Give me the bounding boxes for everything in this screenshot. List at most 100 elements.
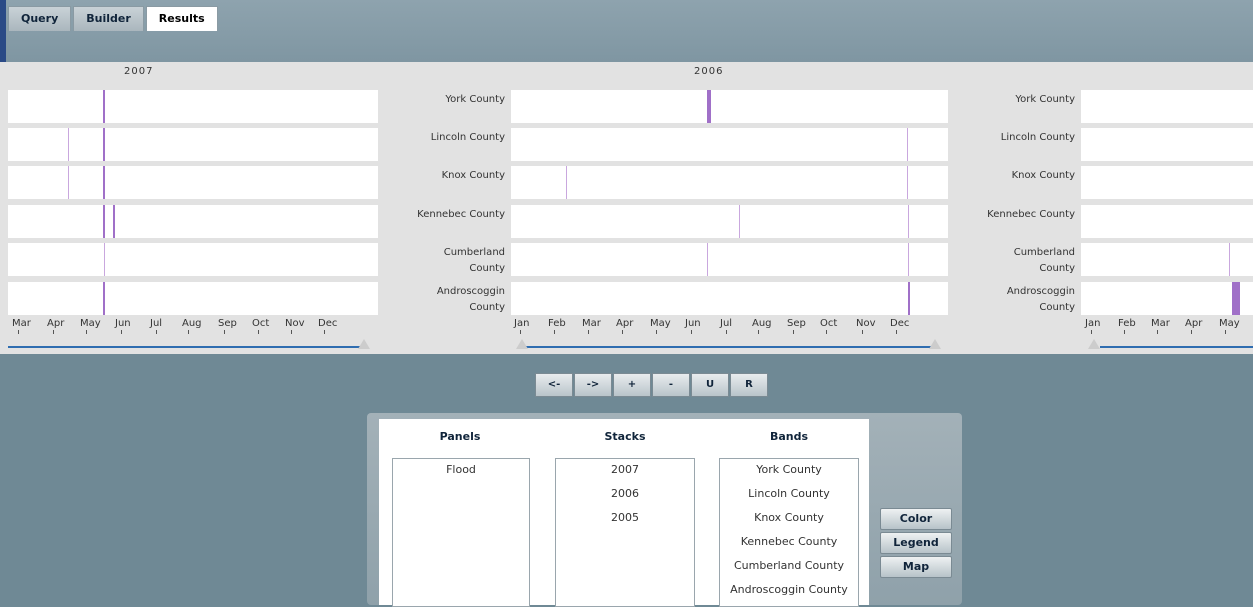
band-track[interactable] — [511, 90, 948, 123]
range-slider-track[interactable] — [1100, 346, 1253, 348]
event-marker[interactable] — [908, 282, 910, 315]
event-marker[interactable] — [103, 90, 105, 123]
scroll-right-button[interactable]: -> — [574, 373, 612, 397]
event-marker[interactable] — [103, 282, 105, 315]
range-slider-track[interactable] — [522, 346, 936, 348]
list-item[interactable]: Cumberland County — [720, 559, 858, 572]
list-item[interactable]: York County — [720, 463, 858, 476]
stacks-list[interactable]: 2007 2006 2005 — [555, 458, 695, 607]
month-tick — [826, 330, 827, 334]
month-tick — [291, 330, 292, 334]
event-marker[interactable] — [1229, 243, 1230, 276]
band-track[interactable] — [8, 205, 378, 238]
event-marker[interactable] — [113, 205, 115, 238]
zoom-out-button[interactable]: - — [652, 373, 690, 397]
list-item[interactable]: 2005 — [556, 511, 694, 524]
month-tick — [53, 330, 54, 334]
band-label: Kennebec County — [417, 209, 505, 220]
range-slider-end-handle[interactable] — [929, 339, 941, 349]
range-slider-start-handle[interactable] — [516, 339, 528, 349]
month-tick — [1191, 330, 1192, 334]
band-track[interactable] — [511, 128, 948, 161]
month-label: Sep — [787, 318, 806, 329]
month-tick — [258, 330, 259, 334]
band-track[interactable] — [8, 128, 378, 161]
band-track[interactable] — [8, 166, 378, 199]
event-marker[interactable] — [908, 205, 909, 238]
event-marker[interactable] — [707, 90, 711, 123]
band-label: Knox County — [441, 170, 505, 181]
tab-query[interactable]: Query — [8, 6, 72, 31]
band-track[interactable] — [1081, 90, 1253, 123]
band-track[interactable] — [511, 166, 948, 199]
list-item[interactable]: Kennebec County — [720, 535, 858, 548]
event-marker[interactable] — [68, 128, 69, 161]
month-label: Jun — [115, 318, 131, 329]
event-marker[interactable] — [104, 243, 105, 276]
month-tick — [554, 330, 555, 334]
bands-list[interactable]: York County Lincoln County Knox County K… — [719, 458, 859, 607]
month-tick — [86, 330, 87, 334]
band-label: Cumberland County — [443, 247, 505, 274]
list-item[interactable]: Flood — [393, 463, 529, 476]
event-marker[interactable] — [907, 166, 908, 199]
band-track[interactable] — [1081, 166, 1253, 199]
band-track[interactable] — [8, 90, 378, 123]
month-tick — [1091, 330, 1092, 334]
event-marker[interactable] — [68, 166, 69, 199]
event-marker[interactable] — [103, 205, 105, 238]
month-tick — [793, 330, 794, 334]
band-track[interactable] — [1081, 282, 1253, 315]
month-tick — [1157, 330, 1158, 334]
stack-2006: 2006 York County Lincoln County Knox Cou… — [410, 62, 950, 354]
month-label: Jul — [720, 318, 733, 329]
event-marker[interactable] — [103, 166, 105, 199]
legend-button[interactable]: Legend — [880, 532, 952, 554]
r-button[interactable]: R — [730, 373, 768, 397]
tab-builder[interactable]: Builder — [73, 6, 144, 31]
band-track[interactable] — [1081, 128, 1253, 161]
month-label: May — [80, 318, 101, 329]
list-item[interactable]: Lincoln County — [720, 487, 858, 500]
list-item[interactable]: Knox County — [720, 511, 858, 524]
range-slider-start-handle[interactable] — [1088, 339, 1100, 349]
event-marker[interactable] — [907, 128, 908, 161]
band-track[interactable] — [511, 282, 948, 315]
band-track[interactable] — [1081, 205, 1253, 238]
month-label: Jun — [685, 318, 701, 329]
stack-partial: York County Lincoln County Knox County K… — [980, 62, 1253, 354]
event-marker[interactable] — [1232, 282, 1240, 315]
range-slider-handle[interactable] — [358, 339, 370, 349]
band-track[interactable] — [8, 282, 378, 315]
panels-list[interactable]: Flood — [392, 458, 530, 607]
event-marker[interactable] — [566, 166, 567, 199]
list-item[interactable]: 2007 — [556, 463, 694, 476]
timeline-area[interactable]: 2007 Mar Apr May Jun Jul Aug Sep Oct Nov… — [0, 62, 1253, 354]
band-label: Knox County — [1011, 170, 1075, 181]
band-label: Androscoggin County — [436, 286, 505, 313]
list-item[interactable]: Androscoggin County — [720, 583, 858, 596]
band-track[interactable] — [511, 205, 948, 238]
month-label: Aug — [182, 318, 202, 329]
event-marker[interactable] — [908, 243, 909, 276]
scroll-left-button[interactable]: <- — [535, 373, 573, 397]
u-button[interactable]: U — [691, 373, 729, 397]
month-tick — [1124, 330, 1125, 334]
tab-results[interactable]: Results — [145, 6, 218, 31]
band-track[interactable] — [511, 243, 948, 276]
month-label: Apr — [1185, 318, 1203, 329]
band-track[interactable] — [1081, 243, 1253, 276]
event-marker[interactable] — [103, 128, 105, 161]
zoom-in-button[interactable]: + — [613, 373, 651, 397]
month-tick — [588, 330, 589, 334]
list-item[interactable]: 2006 — [556, 487, 694, 500]
event-marker[interactable] — [707, 243, 708, 276]
stack-year-label: 2006 — [694, 66, 724, 77]
band-track[interactable] — [8, 243, 378, 276]
month-tick — [188, 330, 189, 334]
event-marker[interactable] — [739, 205, 740, 238]
map-button[interactable]: Map — [880, 556, 952, 578]
band-label: Kennebec County — [987, 209, 1075, 220]
color-button[interactable]: Color — [880, 508, 952, 530]
range-slider-track[interactable] — [8, 346, 366, 348]
